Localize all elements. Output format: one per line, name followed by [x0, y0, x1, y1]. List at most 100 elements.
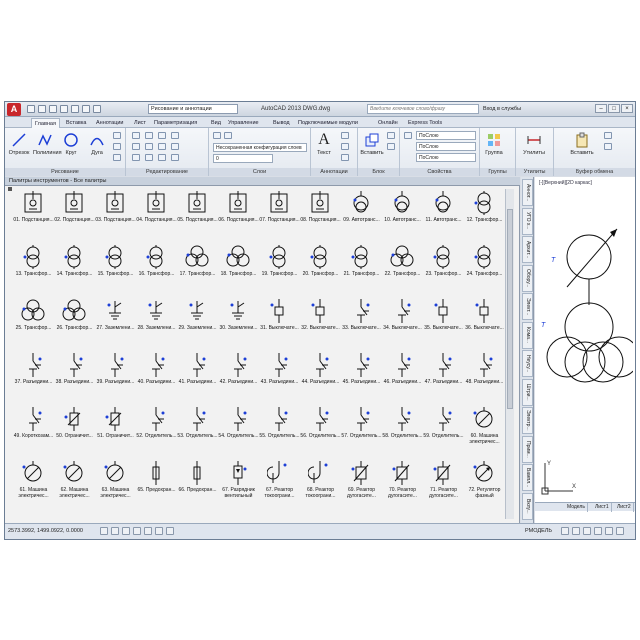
annotation-panel-title[interactable]: Аннотации: [311, 168, 357, 176]
properties-panel-title[interactable]: Свойства: [400, 168, 479, 176]
palette-item[interactable]: 57. Отделитель...: [341, 405, 382, 459]
lineweight-icon[interactable]: [166, 527, 174, 535]
palette-item[interactable]: 69. Реактор дугогасите...: [341, 459, 382, 513]
palette-item[interactable]: 26. Трансфор...: [54, 297, 95, 351]
edit-block-icon[interactable]: [387, 143, 395, 150]
groups-panel-title[interactable]: Группы: [480, 168, 515, 176]
tab-online[interactable]: Онлайн: [375, 118, 401, 128]
palette-item[interactable]: 22. Трансфор...: [382, 243, 423, 297]
stretch-icon[interactable]: [132, 154, 140, 161]
palette-item[interactable]: 30. Заземлени...: [218, 297, 259, 351]
palette-item[interactable]: 44. Разъедини...: [300, 351, 341, 405]
palette-side-tab[interactable]: Вампл...: [522, 464, 533, 491]
ortho-icon[interactable]: [122, 527, 130, 535]
tab-layout[interactable]: Лист: [131, 118, 149, 128]
palette-item[interactable]: 35. Выключате...: [423, 297, 464, 351]
palette-item[interactable]: 46. Разъедини...: [382, 351, 423, 405]
palette-side-tab[interactable]: Электр...: [522, 407, 533, 434]
palette-item[interactable]: 38. Разъедини...: [54, 351, 95, 405]
palette-item[interactable]: 48. Разъедини...: [464, 351, 505, 405]
pan-icon[interactable]: [572, 527, 580, 535]
lineweight-select[interactable]: ПоСлою: [416, 153, 476, 162]
snap-icon[interactable]: [100, 527, 108, 535]
palette-item[interactable]: 06. Подстанция...: [218, 189, 259, 243]
palette-item[interactable]: 54. Отделитель...: [218, 405, 259, 459]
signin-button[interactable]: Вход в службы: [483, 106, 521, 112]
palette-item[interactable]: 65. Предохран...: [136, 459, 177, 513]
polyline-tool[interactable]: Полилиния: [33, 132, 62, 157]
palette-item[interactable]: 32. Выключате...: [300, 297, 341, 351]
palette-item[interactable]: 49. Короткозам...: [13, 405, 54, 459]
palette-item[interactable]: 63. Машина электричес...: [95, 459, 136, 513]
close-button[interactable]: ×: [621, 104, 633, 113]
palette-side-tab[interactable]: Кома...: [522, 321, 533, 349]
palette-item[interactable]: 08. Подстанция...: [300, 189, 341, 243]
circle-tool[interactable]: Круг: [59, 132, 83, 157]
layout-icon[interactable]: [561, 527, 569, 535]
palette-item[interactable]: 13. Трансфор...: [13, 243, 54, 297]
tab-view[interactable]: Вид: [208, 118, 224, 128]
palette-item[interactable]: 05. Подстанция...: [177, 189, 218, 243]
layer-state-icon[interactable]: [224, 132, 232, 139]
palette-item[interactable]: 71. Реактор дугогасите...: [423, 459, 464, 513]
palette-side-tab[interactable]: Прим...: [522, 435, 533, 463]
line-tool[interactable]: Отрезок: [7, 132, 31, 157]
palette-item[interactable]: 25. Трансфор...: [13, 297, 54, 351]
palette-item[interactable]: 01. Подстанция...: [13, 189, 54, 243]
palette-item[interactable]: 10. Автотранс...: [382, 189, 423, 243]
palette-item[interactable]: 45. Разъедини...: [341, 351, 382, 405]
palette-scroll-thumb[interactable]: [507, 209, 513, 409]
move-icon[interactable]: [132, 132, 140, 139]
tab-sheet1[interactable]: Лист1: [593, 503, 612, 512]
tab-express-tools[interactable]: Express Tools: [405, 118, 445, 128]
insert-block-tool[interactable]: Вставить: [359, 132, 385, 157]
modify-panel-title[interactable]: Редактирование: [126, 168, 208, 176]
palette-item[interactable]: 47. Разъедини...: [423, 351, 464, 405]
palette-item[interactable]: 37. Разъедини...: [13, 351, 54, 405]
layer-properties-icon[interactable]: [213, 132, 221, 139]
palette-side-tab[interactable]: Обору...: [522, 264, 533, 292]
color-select[interactable]: ПоСлою: [416, 131, 476, 140]
maximize-button[interactable]: □: [608, 104, 620, 113]
tab-plugins[interactable]: Подключаемые модули: [295, 118, 361, 128]
palette-item[interactable]: 55. Отделитель...: [259, 405, 300, 459]
palette-item[interactable]: 07. Подстанция...: [259, 189, 300, 243]
create-block-icon[interactable]: [387, 132, 395, 139]
palette-item[interactable]: 31. Выключате...: [259, 297, 300, 351]
model-space-button[interactable]: РМОДЕЛЬ: [525, 528, 552, 534]
palette-item[interactable]: 17. Трансфор...: [177, 243, 218, 297]
palette-item[interactable]: 50. Ограничит...: [54, 405, 95, 459]
palette-item[interactable]: 09. Автотранс...: [341, 189, 382, 243]
palette-item[interactable]: 04. Подстанция...: [136, 189, 177, 243]
palette-side-tab[interactable]: Архит...: [522, 236, 533, 263]
palette-item[interactable]: 66. Предохран...: [177, 459, 218, 513]
palette-item[interactable]: 28. Заземлени...: [136, 297, 177, 351]
redo-icon[interactable]: [93, 105, 101, 113]
palette-item[interactable]: 62. Машина электричес...: [54, 459, 95, 513]
palette-item[interactable]: 60. Машина электричес...: [464, 405, 505, 459]
table-icon[interactable]: [341, 154, 349, 161]
tab-parametric[interactable]: Параметризация: [151, 118, 200, 128]
palette-item[interactable]: 33. Выключате...: [341, 297, 382, 351]
palette-side-tab[interactable]: Неусу...: [522, 350, 533, 377]
palette-side-tab[interactable]: Штри...: [522, 378, 533, 406]
palette-item[interactable]: 27. Заземлени...: [95, 297, 136, 351]
scale-icon[interactable]: [145, 154, 153, 161]
block-panel-title[interactable]: Блок: [358, 168, 399, 176]
drawing-viewport[interactable]: [-][Верхний][2D каркас] T T Y X Модель Л…: [535, 177, 635, 523]
tab-output[interactable]: Вывод: [270, 118, 293, 128]
rotate-icon[interactable]: [145, 132, 153, 139]
palette-item[interactable]: 16. Трансфор...: [136, 243, 177, 297]
palette-item[interactable]: 20. Трансфор...: [300, 243, 341, 297]
open-file-icon[interactable]: [38, 105, 46, 113]
palette-item[interactable]: 18. Трансфор...: [218, 243, 259, 297]
rectangle-icon[interactable]: [113, 132, 121, 139]
palette-item[interactable]: 70. Реактор дугогасите...: [382, 459, 423, 513]
palette-item[interactable]: 53. Отделитель...: [177, 405, 218, 459]
paste-tool[interactable]: Вставить: [568, 132, 596, 157]
palette-item[interactable]: 41. Разъедини...: [177, 351, 218, 405]
print-icon[interactable]: [71, 105, 79, 113]
tab-sheet2[interactable]: Лист2: [615, 503, 634, 512]
palette-item[interactable]: 67. Реактор токоограни...: [259, 459, 300, 513]
draw-panel-title[interactable]: Рисование: [5, 168, 125, 176]
